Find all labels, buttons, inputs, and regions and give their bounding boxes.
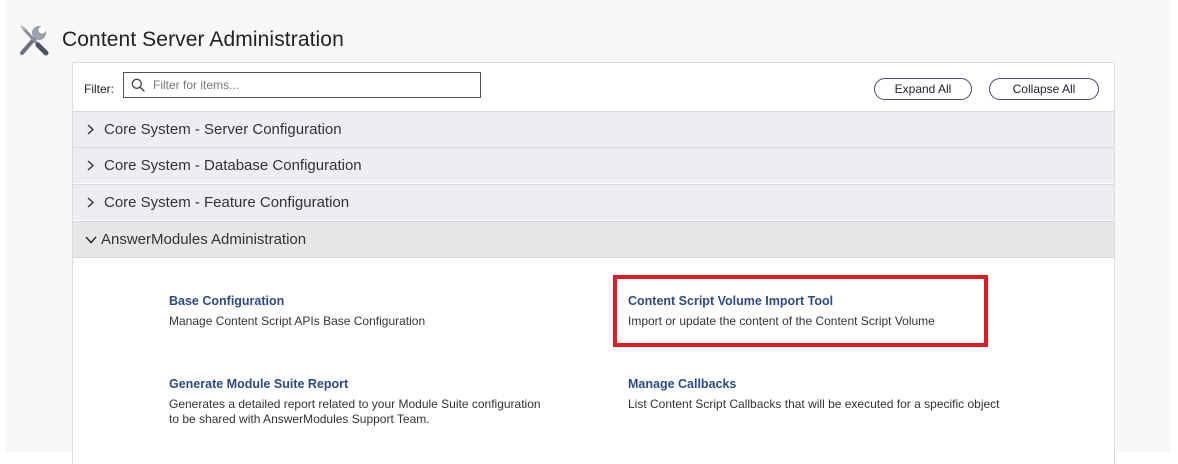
admin-item-generate-module-suite-report: Generate Module Suite Report Generates a… — [169, 376, 549, 427]
chevron-right-icon — [87, 124, 94, 135]
chevron-down-icon — [85, 235, 97, 244]
chevron-right-icon — [87, 160, 94, 171]
section-core-feature-configuration[interactable]: Core System - Feature Configuration — [73, 184, 1114, 220]
item-link[interactable]: Generate Module Suite Report — [169, 376, 549, 392]
chevron-right-icon — [87, 197, 94, 208]
filter-input-box[interactable] — [123, 72, 481, 98]
page-header: Content Server Administration — [16, 22, 344, 58]
page-title: Content Server Administration — [62, 28, 344, 51]
highlight-box — [613, 275, 988, 347]
section-core-database-configuration[interactable]: Core System - Database Configuration — [73, 147, 1114, 183]
item-link[interactable]: Base Configuration — [169, 293, 549, 309]
filter-label: Filter: — [84, 82, 114, 96]
filter-input[interactable] — [151, 77, 455, 93]
admin-panel: Filter: Expand All Collapse All Core Sys… — [72, 62, 1115, 464]
admin-item-manage-callbacks: Manage Callbacks List Content Script Cal… — [628, 376, 1008, 412]
section-core-server-configuration[interactable]: Core System - Server Configuration — [73, 111, 1114, 147]
collapse-all-button[interactable]: Collapse All — [989, 78, 1099, 100]
admin-item-base-configuration: Base Configuration Manage Content Script… — [169, 293, 549, 329]
section-label: AnswerModules Administration — [101, 231, 307, 248]
item-link[interactable]: Manage Callbacks — [628, 376, 1008, 392]
expand-all-button[interactable]: Expand All — [874, 78, 972, 100]
search-icon — [131, 78, 145, 92]
section-label: Core System - Database Configuration — [104, 157, 362, 174]
section-answermodules-administration[interactable]: AnswerModules Administration — [73, 221, 1114, 257]
filter-bar: Filter: Expand All Collapse All — [73, 63, 1114, 111]
item-description: List Content Script Callbacks that will … — [628, 397, 1000, 411]
section-label: Core System - Server Configuration — [104, 121, 342, 138]
section-content: Base Configuration Manage Content Script… — [73, 257, 1114, 464]
section-label: Core System - Feature Configuration — [104, 194, 350, 211]
tools-icon — [20, 25, 49, 56]
item-description: Manage Content Script APIs Base Configur… — [169, 314, 426, 328]
item-description: Generates a detailed report related to y… — [169, 397, 541, 426]
